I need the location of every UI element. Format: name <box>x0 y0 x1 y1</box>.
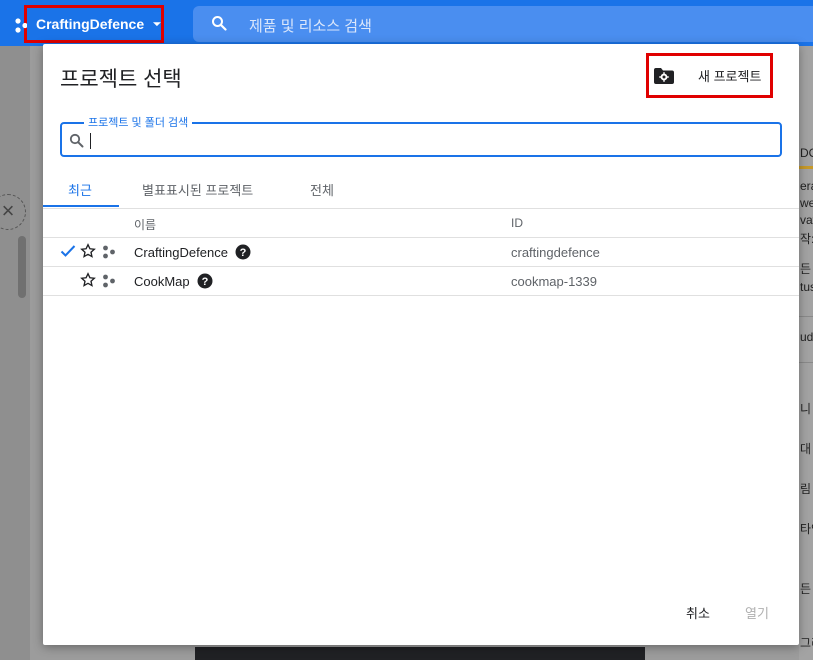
folder-settings-icon <box>654 67 674 84</box>
background-text: tus <box>800 280 813 294</box>
background-text: vat <box>800 213 813 227</box>
background-text: ud <box>800 330 813 344</box>
top-bar: CraftingDefence 제품 및 리소스 검색 <box>0 0 813 46</box>
project-hexagon-icon <box>15 18 27 33</box>
chevron-down-icon <box>153 21 161 26</box>
star-outline-icon[interactable] <box>80 272 96 288</box>
open-button[interactable]: 열기 <box>745 603 769 622</box>
table-header: 이름 ID <box>43 208 799 238</box>
svg-text:?: ? <box>240 247 247 259</box>
background-text: 타인 <box>800 522 813 536</box>
search-field-label: 프로젝트 및 폴더 검색 <box>84 114 193 130</box>
background-text: 든 <box>800 582 812 596</box>
help-icon[interactable]: ? <box>197 273 213 289</box>
project-folder-search-field[interactable]: 프로젝트 및 폴더 검색 <box>60 114 782 157</box>
background-text: 니 <box>800 402 812 416</box>
background-text: 림 <box>800 482 812 496</box>
background-text: DO <box>800 146 813 160</box>
select-project-dialog: 프로젝트 선택 새 프로젝트 프로젝트 및 폴더 검색 최근 별표표시된 프로젝… <box>43 44 799 645</box>
background-text: era <box>800 179 813 193</box>
star-outline-icon[interactable] <box>80 243 96 259</box>
new-project-label: 새 프로젝트 <box>698 69 762 84</box>
project-switcher-button[interactable]: CraftingDefence <box>15 5 164 43</box>
search-input[interactable] <box>88 129 768 151</box>
background-left-strip: × <box>0 46 30 660</box>
tab-recent[interactable]: 최근 <box>68 180 92 199</box>
column-header-id: ID <box>511 216 523 230</box>
active-tab-indicator <box>43 205 119 207</box>
search-placeholder: 제품 및 리소스 검색 <box>249 18 372 35</box>
project-tabs: 최근 별표표시된 프로젝트 전체 <box>43 174 799 209</box>
project-hexagon-icon <box>103 274 115 288</box>
help-icon[interactable]: ? <box>235 244 251 260</box>
project-name[interactable]: CookMap <box>134 274 190 289</box>
tab-starred[interactable]: 별표표시된 프로젝트 <box>142 180 253 199</box>
project-hexagon-icon <box>103 245 115 259</box>
background-text: 든 <box>800 262 812 276</box>
background-text: 대 <box>800 442 812 456</box>
background-text: we <box>800 196 813 210</box>
background-close-icon: × <box>0 194 26 230</box>
current-project-name: CraftingDefence <box>36 16 145 32</box>
table-row[interactable]: CookMap ? cookmap-1339 <box>43 267 799 296</box>
svg-text:?: ? <box>202 276 209 288</box>
background-accent-line <box>799 166 813 169</box>
cancel-button[interactable]: 취소 <box>686 603 710 622</box>
tab-all[interactable]: 전체 <box>310 180 334 199</box>
column-header-name: 이름 <box>134 218 157 232</box>
search-icon <box>69 133 84 148</box>
new-project-button[interactable]: 새 프로젝트 <box>646 53 773 98</box>
background-text: 작: <box>800 232 813 246</box>
table-row[interactable]: CraftingDefence ? craftingdefence <box>43 238 799 267</box>
background-bottom-bar <box>195 647 645 660</box>
background-text: 그리 <box>800 636 813 650</box>
background-right-panel: DO era we vat 작: 든 tus ud 니 대 림 타인 든 그리 <box>799 46 813 660</box>
product-search-bar[interactable]: 제품 및 리소스 검색 <box>193 6 813 42</box>
dialog-title: 프로젝트 선택 <box>60 68 182 91</box>
text-cursor <box>90 133 91 149</box>
project-table: 이름 ID CraftingDefence ? craftingdefence <box>43 208 799 296</box>
project-name[interactable]: CraftingDefence <box>134 245 228 260</box>
background-scrollbar <box>18 236 26 298</box>
project-id: cookmap-1339 <box>511 274 597 289</box>
checkmark-icon <box>60 245 76 257</box>
project-id: craftingdefence <box>511 245 600 260</box>
search-icon <box>212 16 227 31</box>
